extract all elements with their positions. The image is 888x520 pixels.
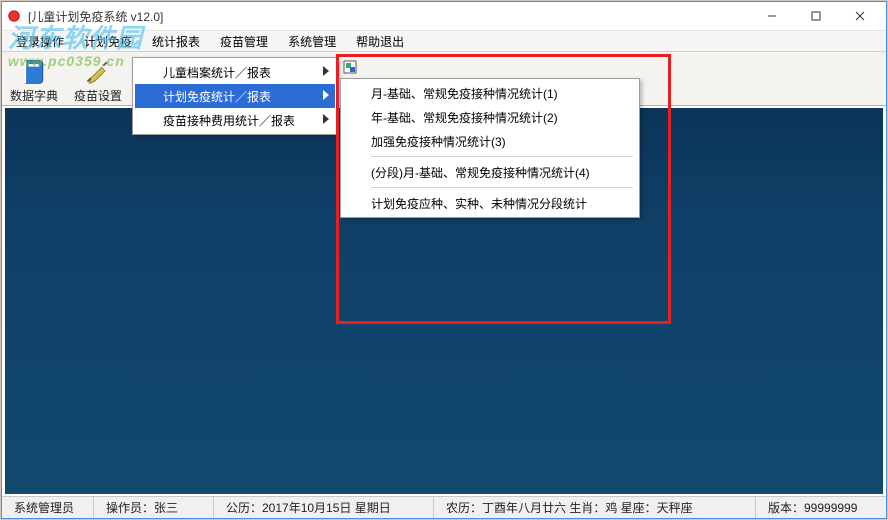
toolbar-vaccine-settings[interactable]: 疫苗设置 [72,56,124,104]
menu-vaccine-mgmt[interactable]: 疫苗管理 [210,30,278,53]
status-gregorian-date: 公历：2017年10月15日 星期日 [214,497,434,518]
toolbar-data-dict[interactable]: 数据字典 [8,56,60,104]
menu-help-exit[interactable]: 帮助退出 [346,30,414,53]
close-button[interactable] [838,4,882,28]
dropdown-plan-immunity-sub: 月-基础、常规免疫接种情况统计(1) 年-基础、常规免疫接种情况统计(2) 加强… [340,78,640,218]
chevron-right-icon [323,65,329,79]
menu-item-label: 计划免疫应种、实种、未种情况分段统计 [371,195,587,212]
minimize-button[interactable] [750,4,794,28]
menu-segmented-month-stat[interactable]: (分段)月-基础、常规免疫接种情况统计(4) [343,160,637,184]
statusbar: 系统管理员 操作员：张三 公历：2017年10月15日 星期日 农历：丁酉年八月… [2,496,886,518]
menu-separator [371,187,633,188]
menu-separator [371,156,633,157]
menu-plan-actual-miss-stat[interactable]: 计划免疫应种、实种、未种情况分段统计 [343,191,637,215]
submenu-vaccination-cost-report[interactable]: 疫苗接种费用统计／报表 [135,108,335,132]
menu-year-base-stat[interactable]: 年-基础、常规免疫接种情况统计(2) [343,105,637,129]
menu-item-label: 计划免疫统计／报表 [163,88,271,105]
menubar: 登录操作 计划免疫 统计报表 疫苗管理 系统管理 帮助退出 [2,30,886,52]
toolbar-label: 疫苗设置 [74,87,122,104]
titlebar: [儿童计划免疫系统 v12.0] [2,2,886,30]
window-title: [儿童计划免疫系统 v12.0] [28,8,163,25]
menu-booster-stat[interactable]: 加强免疫接种情况统计(3) [343,129,637,153]
book-icon [19,56,49,86]
submenu-child-archive-report[interactable]: 儿童档案统计／报表 [135,60,335,84]
status-lunar-date: 农历：丁酉年八月廿六 生肖：鸡 星座：天秤座 [434,497,756,518]
menu-month-base-stat[interactable]: 月-基础、常规免疫接种情况统计(1) [343,81,637,105]
app-icon [6,8,22,24]
menu-plan-immunity[interactable]: 计划免疫 [74,30,142,53]
dropdown-stat-report: 儿童档案统计／报表 计划免疫统计／报表 疫苗接种费用统计／报表 [132,57,338,135]
app-window: [儿童计划免疫系统 v12.0] 登录操作 计划免疫 统计报表 疫苗管理 系统管… [1,1,887,519]
menu-item-label: 年-基础、常规免疫接种情况统计(2) [371,109,558,126]
maximize-button[interactable] [794,4,838,28]
menu-login[interactable]: 登录操作 [6,30,74,53]
submenu-indicator-icon [342,59,358,75]
menu-system-mgmt[interactable]: 系统管理 [278,30,346,53]
toolbar-label: 数据字典 [10,87,58,104]
menu-item-label: 月-基础、常规免疫接种情况统计(1) [371,85,558,102]
chevron-right-icon [323,113,329,127]
menu-item-label: (分段)月-基础、常规免疫接种情况统计(4) [371,164,590,181]
status-role: 系统管理员 [2,497,94,518]
menu-item-label: 疫苗接种费用统计／报表 [163,112,295,129]
status-operator: 操作员：张三 [94,497,214,518]
status-version: 版本：99999999 [756,497,886,518]
menu-item-label: 儿童档案统计／报表 [163,64,271,81]
menu-stat-report[interactable]: 统计报表 [142,30,210,53]
chevron-right-icon [323,89,329,103]
menu-item-label: 加强免疫接种情况统计(3) [371,133,506,150]
submenu-plan-immunity-report[interactable]: 计划免疫统计／报表 [135,84,335,108]
syringe-icon [83,56,113,86]
